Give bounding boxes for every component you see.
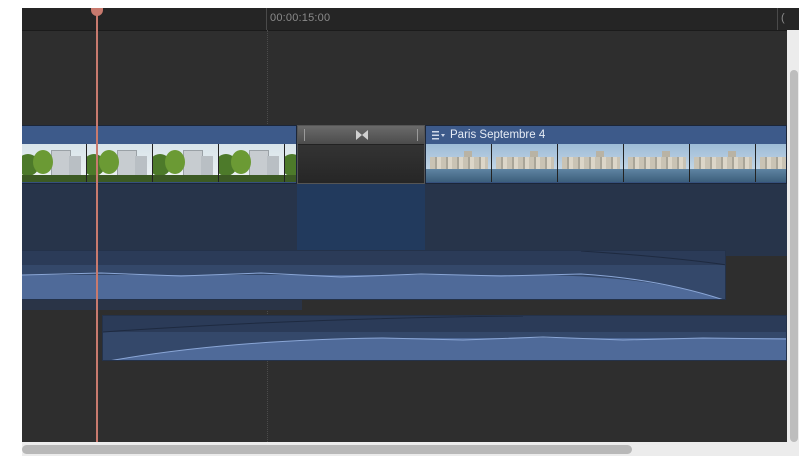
thumbnail-frame bbox=[426, 144, 492, 182]
playhead[interactable] bbox=[96, 8, 98, 448]
cross-dissolve-icon bbox=[356, 130, 368, 140]
transition-handle[interactable] bbox=[298, 126, 424, 145]
ruler-tick bbox=[266, 8, 267, 30]
horizontal-scrollbar-thumb[interactable] bbox=[22, 445, 632, 454]
timeline[interactable]: 00:00:15:00 (Paris Septembre 4 bbox=[22, 8, 799, 456]
thumbnail-frame bbox=[153, 144, 219, 182]
clip-menu-icon[interactable] bbox=[432, 130, 446, 140]
thumbnail-frame bbox=[219, 144, 285, 182]
thumbnail-frame bbox=[624, 144, 690, 182]
ruler-timecode-next: ( bbox=[781, 12, 785, 24]
transition-overlap bbox=[297, 184, 425, 256]
clip-filmstrip bbox=[22, 144, 296, 182]
video-clip-trees[interactable] bbox=[22, 125, 297, 184]
audio-waveform bbox=[22, 251, 725, 299]
timeline-ruler[interactable]: 00:00:15:00 ( bbox=[22, 8, 799, 31]
audio-waveform bbox=[103, 316, 786, 360]
clip-filmstrip bbox=[426, 144, 786, 182]
video-clip-paris[interactable]: Paris Septembre 4 bbox=[425, 125, 787, 184]
clip-header: Paris Septembre 4 bbox=[426, 126, 786, 144]
ruler-timecode: 00:00:15:00 bbox=[270, 12, 331, 24]
thumbnail-frame bbox=[690, 144, 756, 182]
clip-header bbox=[22, 126, 296, 144]
thumbnail-frame bbox=[492, 144, 558, 182]
thumbnail-frame bbox=[22, 144, 87, 182]
clip-title: Paris Septembre 4 bbox=[450, 129, 546, 141]
ruler-tick bbox=[777, 8, 778, 30]
vertical-scrollbar-thumb[interactable] bbox=[790, 70, 798, 442]
thumbnail-frame bbox=[285, 144, 296, 182]
thumbnail-frame bbox=[756, 144, 786, 182]
audio-clip-primary[interactable] bbox=[22, 250, 726, 300]
thumbnail-frame bbox=[558, 144, 624, 182]
audio-clip-secondary[interactable] bbox=[102, 315, 787, 361]
transition-cross-dissolve[interactable] bbox=[297, 125, 425, 184]
